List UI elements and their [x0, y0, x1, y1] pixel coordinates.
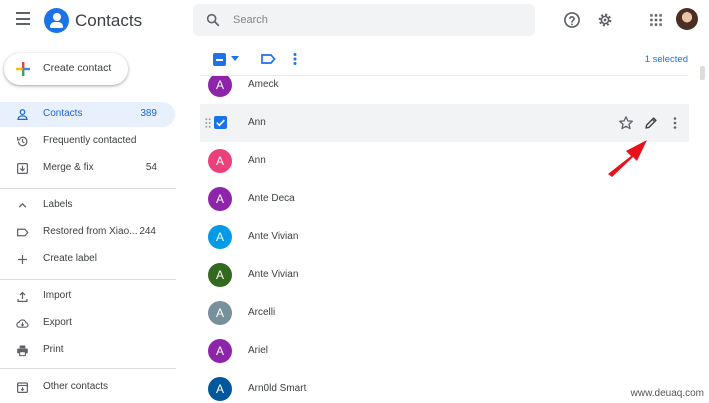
- contacts-main: 1 selected A Ameck Ann A Ann A Ante Deca: [176, 42, 709, 403]
- contact-row[interactable]: A Ante Deca: [200, 180, 689, 218]
- sidebar-item-merge-fix[interactable]: Merge & fix 54: [0, 156, 175, 181]
- search-icon[interactable]: [205, 12, 221, 28]
- merge-icon: [17, 163, 28, 174]
- settings-icon[interactable]: [595, 10, 615, 30]
- sidebar-item-import[interactable]: Import: [0, 284, 175, 309]
- sidebar: Create contact Contacts 389 Frequently c…: [0, 42, 176, 403]
- sidebar-item-label: Frequently contacted: [43, 135, 137, 146]
- create-contact-button[interactable]: Create contact: [4, 53, 128, 85]
- contact-avatar: A: [208, 187, 232, 211]
- plus-multicolor-icon: [16, 62, 30, 76]
- sidebar-labels-toggle[interactable]: Labels: [0, 193, 175, 218]
- sidebar-item-label: Export: [43, 317, 72, 328]
- selected-count: 1 selected: [644, 54, 688, 65]
- sidebar-item-export[interactable]: Export: [0, 311, 175, 336]
- contact-row[interactable]: A Ante Vivian: [200, 256, 689, 294]
- sidebar-item-label: Create label: [43, 253, 97, 264]
- plus-icon: [18, 255, 27, 264]
- select-all-checkbox[interactable]: [213, 53, 226, 66]
- more-vert-icon[interactable]: [287, 51, 303, 67]
- top-bar: Contacts: [0, 0, 709, 42]
- sidebar-divider: [0, 188, 176, 189]
- contact-name: Ante Vivian: [248, 231, 299, 242]
- contact-checkbox[interactable]: [214, 116, 227, 129]
- contact-row[interactable]: A Ante Vivian: [200, 218, 689, 256]
- sidebar-item-create-label[interactable]: Create label: [0, 247, 175, 272]
- sidebar-item-count: 244: [139, 226, 156, 237]
- sidebar-item-label: Merge & fix: [43, 162, 94, 173]
- contact-row[interactable]: A Arcelli: [200, 294, 689, 332]
- annotation-arrow-icon: [608, 140, 647, 177]
- contact-avatar: A: [208, 377, 232, 401]
- sidebar-divider: [0, 279, 176, 280]
- create-contact-label: Create contact: [43, 62, 112, 74]
- other-contacts-icon: [17, 382, 28, 393]
- contact-row[interactable]: A Ariel: [200, 332, 689, 370]
- contact-name: Arn0ld Smart: [248, 383, 307, 394]
- contact-row[interactable]: A Arn0ld Smart: [200, 370, 689, 403]
- chevron-up-icon: [18, 202, 27, 208]
- contact-avatar: A: [208, 339, 232, 363]
- cloud-download-icon: [16, 319, 29, 328]
- app-title: Contacts: [75, 11, 143, 30]
- scrollbar-thumb[interactable]: [700, 66, 705, 80]
- contacts-logo-icon: [44, 8, 69, 33]
- contact-name: Ameck: [248, 79, 279, 90]
- history-icon: [17, 136, 28, 147]
- sidebar-item-frequently-contacted[interactable]: Frequently contacted: [0, 129, 175, 154]
- help-icon[interactable]: [562, 10, 582, 30]
- contact-avatar: A: [208, 76, 232, 97]
- watermark: www.deuaq.com: [630, 388, 704, 399]
- contact-name: Ante Deca: [248, 193, 295, 204]
- contact-list: A Ameck Ann A Ann A Ante Deca A Ante Viv…: [176, 76, 709, 403]
- sidebar-item-label: Import: [43, 290, 72, 301]
- contact-row[interactable]: A Ameck: [200, 76, 689, 104]
- sidebar-divider: [0, 368, 176, 369]
- drag-handle-icon[interactable]: [205, 118, 211, 128]
- contact-avatar: A: [208, 149, 232, 173]
- account-avatar[interactable]: [676, 8, 698, 30]
- manage-labels-icon[interactable]: [260, 51, 276, 67]
- sidebar-item-count: 389: [140, 108, 157, 119]
- selection-toolbar: 1 selected: [176, 42, 709, 76]
- sidebar-item-label: Restored from Xiao...: [43, 226, 138, 237]
- sidebar-item-label: Print: [43, 344, 64, 355]
- more-vert-icon[interactable]: [667, 115, 683, 131]
- sidebar-item-print[interactable]: Print: [0, 338, 175, 363]
- star-icon[interactable]: [618, 115, 634, 131]
- sidebar-item-restored-label[interactable]: Restored from Xiao... 244: [0, 220, 175, 245]
- upload-icon: [17, 291, 28, 302]
- menu-icon[interactable]: [13, 12, 33, 28]
- contact-avatar: A: [208, 225, 232, 249]
- sidebar-item-contacts[interactable]: Contacts 389: [0, 102, 175, 127]
- contact-name: Ariel: [248, 345, 269, 356]
- edit-pencil-icon[interactable]: [643, 115, 659, 131]
- printer-icon: [17, 345, 28, 357]
- contact-avatar: A: [208, 301, 232, 325]
- contact-name: Ante Vivian: [248, 269, 299, 280]
- contact-name: Ann: [248, 155, 266, 166]
- select-options-caret-icon[interactable]: [231, 56, 239, 61]
- search-bar[interactable]: [193, 4, 535, 36]
- search-input[interactable]: [233, 11, 513, 29]
- contact-name: Ann: [248, 117, 266, 128]
- label-icon: [17, 228, 29, 237]
- contact-name: Arcelli: [248, 307, 276, 318]
- sidebar-item-other-contacts[interactable]: Other contacts: [0, 375, 175, 400]
- apps-grid-icon[interactable]: [646, 10, 666, 30]
- sidebar-item-label: Other contacts: [43, 381, 109, 392]
- sidebar-item-count: 54: [145, 162, 157, 173]
- person-icon: [17, 109, 28, 120]
- contact-avatar: A: [208, 263, 232, 287]
- sidebar-item-label: Contacts: [43, 108, 83, 119]
- scrollbar[interactable]: [698, 66, 706, 402]
- sidebar-item-label: Labels: [43, 199, 73, 210]
